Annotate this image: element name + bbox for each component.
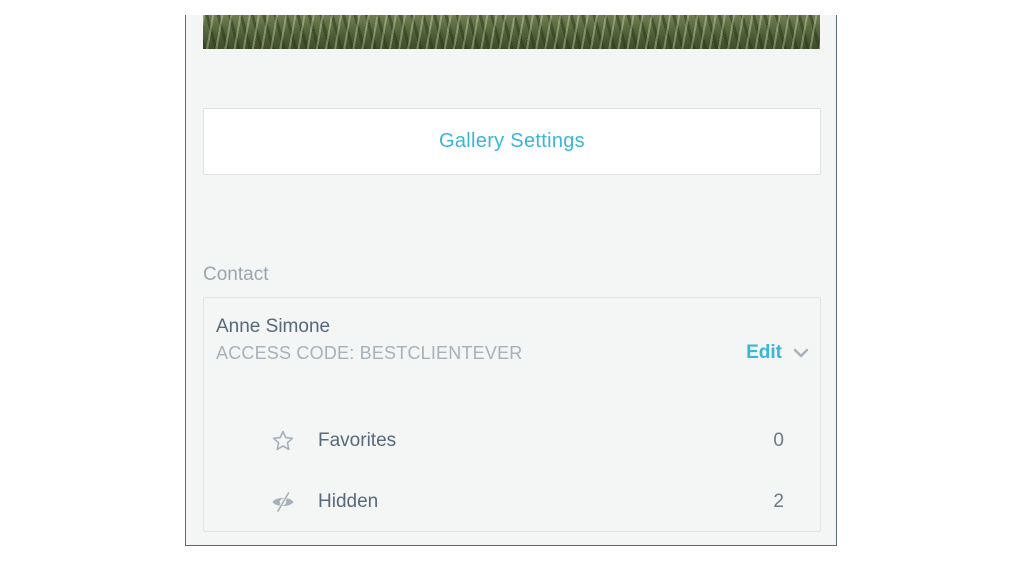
hidden-label: Hidden xyxy=(318,491,379,512)
hidden-row[interactable]: Hidden 2 xyxy=(270,487,784,517)
contact-section-label: Contact xyxy=(203,264,269,285)
edit-label: Edit xyxy=(746,342,782,363)
contact-name: Anne Simone xyxy=(216,316,331,337)
favorites-row[interactable]: Favorites 0 xyxy=(270,426,784,456)
hidden-count: 2 xyxy=(773,491,784,512)
chevron-down-icon[interactable] xyxy=(792,344,810,362)
edit-contact-button[interactable]: Edit xyxy=(746,342,810,364)
eye-slash-icon xyxy=(270,489,296,515)
favorites-count: 0 xyxy=(773,430,784,451)
access-code: ACCESS CODE: BESTCLIENTEVER xyxy=(216,343,523,363)
favorites-label: Favorites xyxy=(318,430,397,451)
gallery-settings-label: Gallery Settings xyxy=(439,130,585,152)
contact-card: Anne Simone ACCESS CODE: BESTCLIENTEVER … xyxy=(203,297,821,532)
gallery-panel: Gallery Settings Contact Anne Simone ACC… xyxy=(185,15,837,546)
gallery-settings-button[interactable]: Gallery Settings xyxy=(203,108,821,175)
cover-photo xyxy=(203,15,820,49)
star-outline-icon xyxy=(270,428,296,454)
